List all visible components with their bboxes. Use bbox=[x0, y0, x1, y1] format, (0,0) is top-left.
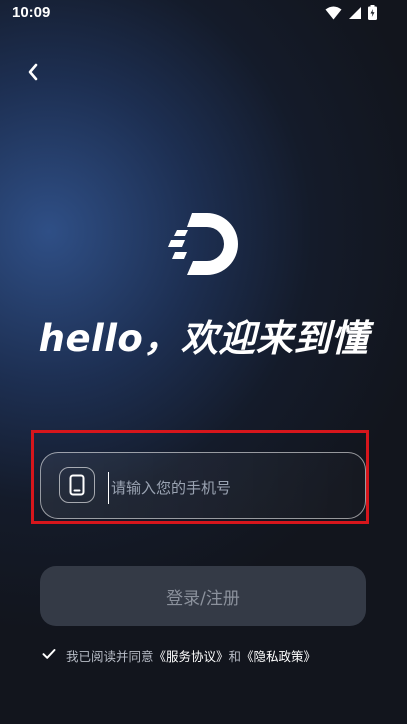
phone-icon bbox=[59, 467, 95, 503]
phone-input[interactable] bbox=[108, 472, 353, 504]
agreement-joiner: 和 bbox=[228, 648, 242, 664]
agreement-prefix: 我已阅读并同意 bbox=[66, 648, 154, 664]
login-register-button[interactable]: 登录/注册 bbox=[40, 566, 366, 626]
terms-of-service-link[interactable]: 《服务协议》 bbox=[154, 646, 229, 665]
dong-logo-icon bbox=[165, 210, 241, 278]
wifi-icon bbox=[325, 6, 342, 20]
back-button[interactable] bbox=[20, 60, 46, 88]
battery-icon bbox=[368, 5, 377, 20]
welcome-title: hello，欢迎来到懂 bbox=[38, 317, 369, 360]
phone-field[interactable] bbox=[40, 452, 366, 519]
check-icon bbox=[42, 648, 56, 663]
chevron-left-icon bbox=[27, 63, 39, 85]
agreement-row: 我已阅读并同意 《服务协议》 和 《隐私政策》 bbox=[40, 645, 316, 665]
privacy-policy-link[interactable]: 《隐私政策》 bbox=[241, 646, 316, 665]
status-time: 10:09 bbox=[12, 4, 51, 21]
status-icons bbox=[325, 5, 377, 20]
agreement-checkbox[interactable] bbox=[40, 646, 58, 664]
signal-icon bbox=[348, 6, 362, 20]
status-bar: 10:09 bbox=[0, 0, 407, 28]
